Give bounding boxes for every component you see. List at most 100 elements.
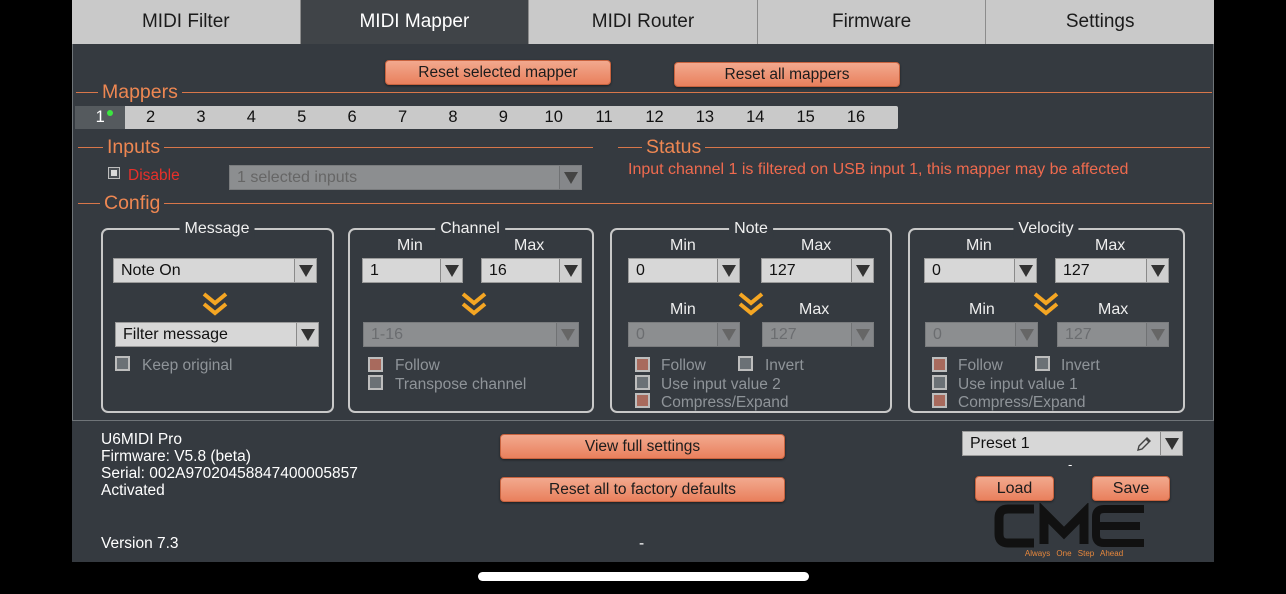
- pencil-icon[interactable]: [1136, 436, 1152, 452]
- velocity-max-label: Max: [1095, 237, 1126, 254]
- velocity-use-input-label: Use input value 1: [958, 376, 1078, 393]
- mapper-tab-12[interactable]: 12: [629, 106, 679, 129]
- velocity-compress-checkbox[interactable]: [932, 393, 947, 408]
- note-out-max-select[interactable]: 127: [762, 322, 874, 347]
- factory-reset-button[interactable]: Reset all to factory defaults: [500, 477, 785, 502]
- chevron-down-icon: [559, 166, 581, 189]
- load-button[interactable]: Load: [975, 476, 1054, 501]
- view-full-settings-button[interactable]: View full settings: [500, 434, 785, 459]
- cme-logo-mark: [994, 502, 1144, 548]
- channel-max-label: Max: [514, 237, 545, 254]
- velocity-max-value: 127: [1063, 261, 1090, 279]
- inputs-select[interactable]: 1 selected inputs: [229, 165, 582, 190]
- preset-select[interactable]: Preset 1: [962, 431, 1183, 456]
- mapper-tab-14[interactable]: 14: [730, 106, 780, 129]
- reset-all-mappers-button[interactable]: Reset all mappers: [674, 62, 900, 87]
- tab-midi-router[interactable]: MIDI Router: [529, 0, 758, 44]
- note-invert-checkbox[interactable]: [738, 356, 753, 371]
- chevron-down-icon: [717, 323, 739, 346]
- note-max-value: 127: [769, 261, 796, 279]
- note-out-min-label: Min: [670, 301, 696, 318]
- tab-midi-mapper[interactable]: MIDI Mapper: [300, 0, 530, 44]
- mapper-tab-16[interactable]: 16: [831, 106, 881, 129]
- mapper-tab-5[interactable]: 5: [277, 106, 327, 129]
- velocity-title: Velocity: [1013, 220, 1079, 238]
- velocity-max-select[interactable]: 127: [1055, 258, 1169, 283]
- mapper-tab-6[interactable]: 6: [327, 106, 377, 129]
- tab-settings[interactable]: Settings: [986, 0, 1214, 44]
- status-text: Input channel 1 is filtered on USB input…: [628, 161, 1129, 178]
- note-use-input-checkbox[interactable]: [635, 375, 650, 390]
- note-min-label: Min: [670, 237, 696, 254]
- mapper-tab-13[interactable]: 13: [680, 106, 730, 129]
- channel-title: Channel: [435, 220, 505, 238]
- app-version: Version 7.3: [101, 535, 179, 552]
- chevron-down-icon: [294, 259, 316, 282]
- save-button[interactable]: Save: [1092, 476, 1170, 501]
- velocity-follow-label: Follow: [958, 357, 1003, 374]
- mapper-tab-10[interactable]: 10: [529, 106, 579, 129]
- double-chevron-down-icon: [1033, 292, 1059, 316]
- chevron-down-icon: [717, 259, 739, 282]
- tab-midi-filter[interactable]: MIDI Filter: [72, 0, 301, 44]
- velocity-invert-label: Invert: [1061, 357, 1100, 374]
- note-title: Note: [729, 220, 773, 238]
- mapper-tab-1[interactable]: 1: [75, 106, 126, 129]
- note-compress-checkbox[interactable]: [635, 393, 650, 408]
- mapper-tab-4[interactable]: 4: [226, 106, 276, 129]
- disable-checkbox[interactable]: [108, 167, 120, 179]
- reset-selected-mapper-button[interactable]: Reset selected mapper: [385, 60, 611, 85]
- note-follow-checkbox[interactable]: [635, 357, 650, 372]
- chevron-down-icon: [1014, 259, 1036, 282]
- mapper-tab-15[interactable]: 15: [780, 106, 830, 129]
- note-max-select[interactable]: 127: [761, 258, 874, 283]
- channel-max-value: 16: [489, 261, 507, 279]
- message-action-value: Filter message: [123, 325, 228, 343]
- device-name: U6MIDI Pro: [101, 431, 182, 448]
- transpose-channel-label: Transpose channel: [395, 376, 527, 393]
- channel-follow-checkbox[interactable]: [368, 357, 383, 372]
- velocity-out-max-value: 127: [1065, 325, 1092, 343]
- mapper-tab-3[interactable]: 3: [176, 106, 226, 129]
- message-action-select[interactable]: Filter message: [115, 322, 319, 347]
- mapper-tab-7[interactable]: 7: [377, 106, 427, 129]
- channel-min-label: Min: [397, 237, 423, 254]
- keep-original-checkbox[interactable]: [115, 356, 130, 371]
- velocity-out-min-select[interactable]: 0: [925, 322, 1038, 347]
- app-window: MIDI Filter MIDI Mapper MIDI Router Firm…: [72, 0, 1214, 562]
- config-heading: Config: [100, 192, 165, 214]
- channel-max-select[interactable]: 16: [481, 258, 582, 283]
- transpose-channel-checkbox[interactable]: [368, 375, 383, 390]
- mappers-heading: Mappers: [98, 81, 182, 103]
- firmware-version: Firmware: V5.8 (beta): [101, 448, 251, 465]
- velocity-out-min-label: Min: [969, 301, 995, 318]
- chevron-down-icon: [296, 323, 318, 346]
- velocity-min-label: Min: [966, 237, 992, 254]
- channel-output-value: 1-16: [371, 325, 404, 343]
- home-indicator[interactable]: [478, 572, 809, 581]
- message-type-select[interactable]: Note On: [113, 258, 317, 283]
- mapper-tab-11[interactable]: 11: [579, 106, 629, 129]
- mapper-tab-label: 1: [95, 108, 105, 126]
- chevron-down-icon: [851, 323, 873, 346]
- note-min-select[interactable]: 0: [628, 258, 740, 283]
- message-type-value: Note On: [121, 261, 181, 279]
- channel-min-select[interactable]: 1: [362, 258, 463, 283]
- velocity-follow-checkbox[interactable]: [932, 357, 947, 372]
- channel-output-select[interactable]: 1-16: [363, 322, 579, 347]
- preset-value: Preset 1: [970, 434, 1030, 452]
- message-title: Message: [179, 220, 255, 238]
- mapper-tab-2[interactable]: 2: [125, 106, 175, 129]
- status-heading: Status: [642, 136, 706, 158]
- tab-firmware[interactable]: Firmware: [757, 0, 987, 44]
- mapper-tab-9[interactable]: 9: [478, 106, 528, 129]
- velocity-min-select[interactable]: 0: [924, 258, 1037, 283]
- chevron-down-icon: [1015, 323, 1037, 346]
- velocity-out-max-select[interactable]: 127: [1057, 322, 1169, 347]
- velocity-use-input-checkbox[interactable]: [932, 375, 947, 390]
- velocity-invert-checkbox[interactable]: [1035, 356, 1050, 371]
- note-max-label: Max: [801, 237, 832, 254]
- note-out-min-select[interactable]: 0: [628, 322, 740, 347]
- mapper-tab-8[interactable]: 8: [428, 106, 478, 129]
- chevron-down-icon: [851, 259, 873, 282]
